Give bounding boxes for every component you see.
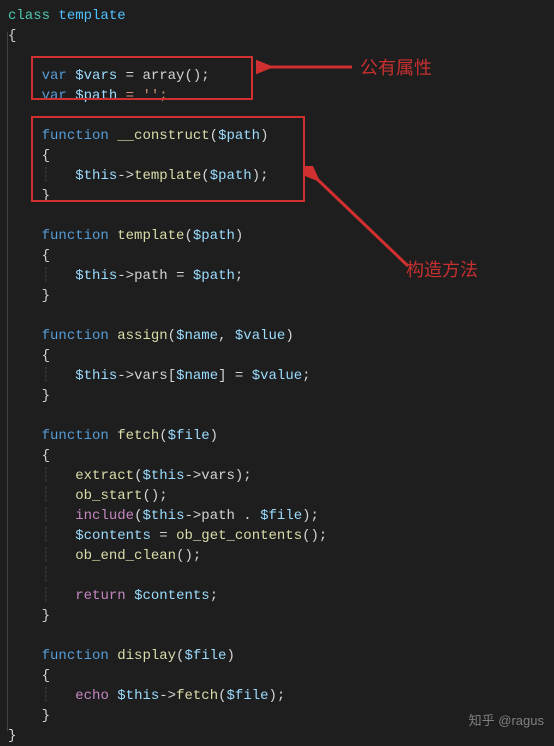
code-line: ┊ ob_start();	[8, 486, 546, 506]
code-editor: class template { var $vars = array(); va…	[0, 0, 554, 737]
code-line: var $path = '';	[8, 86, 546, 106]
annotation-public-property: 公有属性	[360, 54, 432, 80]
code-line: }	[8, 186, 546, 206]
code-line: function display($file)	[8, 646, 546, 666]
code-line: ┊ $this->template($path);	[8, 166, 546, 186]
code-line: {	[8, 346, 546, 366]
code-line: ┊	[8, 566, 546, 586]
code-line: function template($path)	[8, 226, 546, 246]
code-line: }	[8, 606, 546, 626]
code-line: }	[8, 706, 546, 726]
code-line: {	[8, 446, 546, 466]
code-line: ┊ $this->vars[$name] = $value;	[8, 366, 546, 386]
code-line: {	[8, 146, 546, 166]
code-line: }	[8, 286, 546, 306]
code-line: }	[8, 726, 546, 746]
code-line: ┊ extract($this->vars);	[8, 466, 546, 486]
watermark: 知乎 @ragus	[469, 710, 544, 729]
indent-guide	[7, 32, 8, 731]
code-line	[8, 406, 546, 426]
code-line: ┊ return $contents;	[8, 586, 546, 606]
code-line: ┊ include($this->path . $file);	[8, 506, 546, 526]
code-line: }	[8, 386, 546, 406]
code-line: class template	[8, 6, 546, 26]
code-line: function assign($name, $value)	[8, 326, 546, 346]
code-line	[8, 306, 546, 326]
code-line: {	[8, 26, 546, 46]
code-line: ┊ $contents = ob_get_contents();	[8, 526, 546, 546]
code-line: {	[8, 666, 546, 686]
annotation-constructor: 构造方法	[406, 256, 478, 282]
code-line	[8, 626, 546, 646]
code-line	[8, 206, 546, 226]
code-line: ┊ ob_end_clean();	[8, 546, 546, 566]
code-line: function __construct($path)	[8, 126, 546, 146]
code-line	[8, 46, 546, 66]
code-line: var $vars = array();	[8, 66, 546, 86]
code-line: function fetch($file)	[8, 426, 546, 446]
code-line: ┊ echo $this->fetch($file);	[8, 686, 546, 706]
code-line	[8, 106, 546, 126]
